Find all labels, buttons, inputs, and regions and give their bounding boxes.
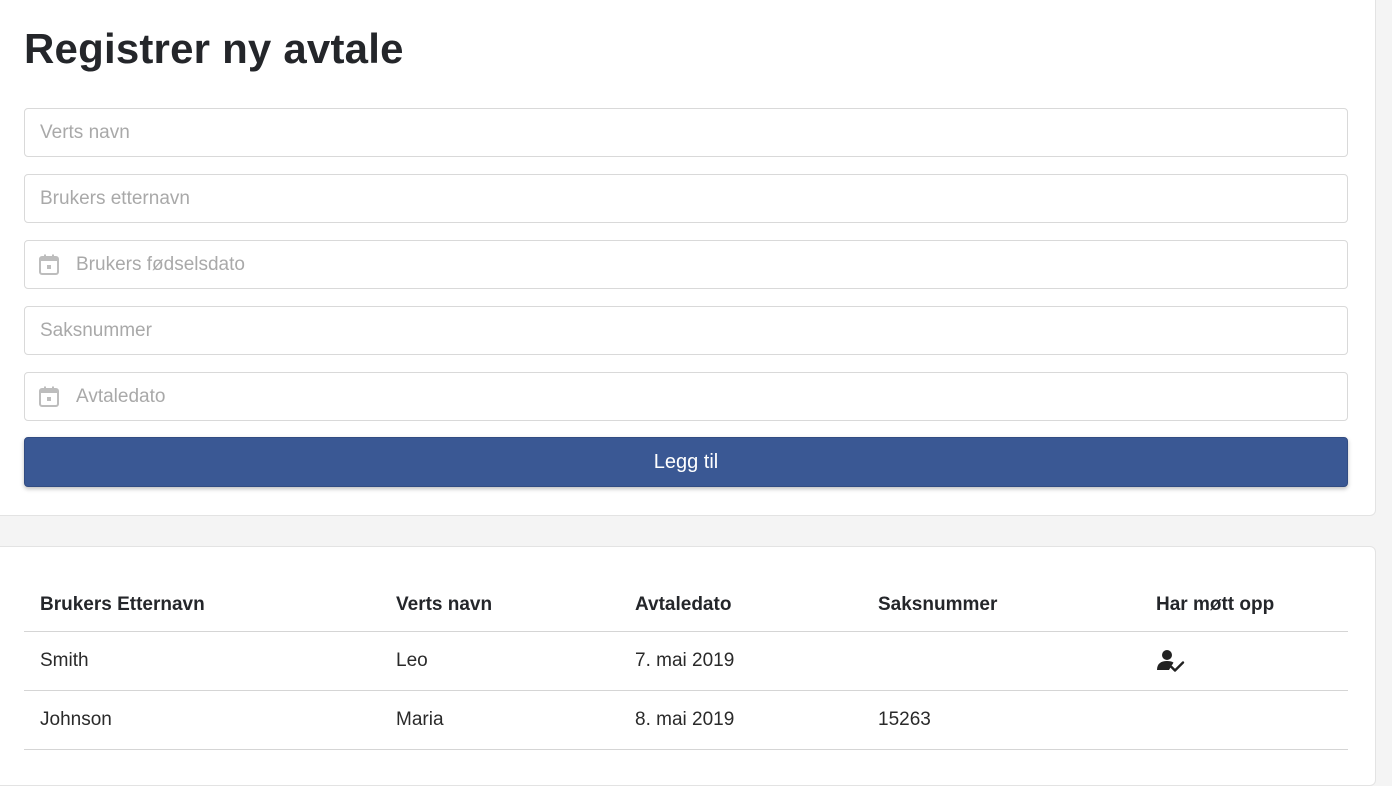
add-appointment-button[interactable]: Legg til <box>24 437 1348 487</box>
case-number-input[interactable] <box>25 307 1347 354</box>
cell-user-lastname: Johnson <box>24 690 380 750</box>
header-case-number[interactable]: Saksnummer <box>862 579 1140 632</box>
cell-case-number: 15263 <box>862 690 1140 750</box>
user-birthdate-input[interactable] <box>60 241 1347 288</box>
cell-appointment-date: 7. mai 2019 <box>619 631 862 691</box>
cell-attended <box>1140 631 1348 691</box>
cell-attended <box>1140 690 1348 750</box>
appointments-table-card: Brukers Etternavn Verts navn Avtaledato … <box>0 546 1376 786</box>
user-lastname-input[interactable] <box>25 175 1347 222</box>
user-birthdate-field[interactable] <box>24 240 1348 289</box>
host-name-field[interactable] <box>24 108 1348 157</box>
person-check-icon[interactable] <box>1156 648 1186 674</box>
case-number-field[interactable] <box>24 306 1348 355</box>
header-host-name[interactable]: Verts navn <box>380 579 619 632</box>
cell-appointment-date: 8. mai 2019 <box>619 690 862 750</box>
cell-case-number <box>862 631 1140 691</box>
calendar-icon[interactable] <box>38 254 60 276</box>
header-appointment-date[interactable]: Avtaledato <box>619 579 862 632</box>
table-header-row: Brukers Etternavn Verts navn Avtaledato … <box>24 579 1348 632</box>
appointment-date-input[interactable] <box>60 373 1347 420</box>
cell-host-name: Maria <box>380 690 619 750</box>
table-row[interactable]: Smith Leo 7. mai 2019 <box>24 631 1348 691</box>
host-name-input[interactable] <box>25 109 1347 156</box>
cell-host-name: Leo <box>380 631 619 691</box>
page-title: Registrer ny avtale <box>24 25 404 72</box>
appointment-form-card: Registrer ny avtale Legg til <box>0 0 1376 516</box>
user-lastname-field[interactable] <box>24 174 1348 223</box>
header-user-lastname[interactable]: Brukers Etternavn <box>24 579 380 632</box>
appointments-table: Brukers Etternavn Verts navn Avtaledato … <box>24 579 1348 750</box>
header-attended[interactable]: Har møtt opp <box>1140 579 1348 632</box>
table-row[interactable]: Johnson Maria 8. mai 2019 15263 <box>24 690 1348 750</box>
cell-user-lastname: Smith <box>24 631 380 691</box>
calendar-icon[interactable] <box>38 386 60 408</box>
appointment-date-field[interactable] <box>24 372 1348 421</box>
